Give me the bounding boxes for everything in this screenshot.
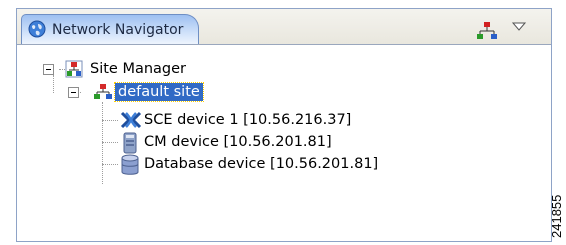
tab-title: Network Navigator: [52, 22, 184, 38]
tree-view: Site Manager default site SCE device 1 […: [17, 45, 551, 241]
tree-label-database-device: Database device [10.56.201.81]: [144, 156, 379, 172]
figure-number: 241855: [549, 194, 564, 238]
view-title-bar: Network Navigator: [17, 9, 551, 45]
tree-label-site-manager: Site Manager: [90, 61, 187, 77]
network-topology-icon[interactable]: [477, 21, 497, 41]
sce-device-icon: [120, 111, 142, 129]
tree-label-sce-device: SCE device 1 [10.56.216.37]: [144, 112, 352, 128]
tree-label-default-site: default site: [114, 82, 204, 102]
database-icon: [121, 154, 139, 175]
globe-icon: [28, 20, 46, 38]
collapse-toggle-default-site[interactable]: [68, 87, 79, 98]
site-manager-icon: [65, 60, 83, 78]
view-menu-chevron-icon[interactable]: [512, 21, 526, 33]
tree-label-cm-device: CM device [10.56.201.81]: [144, 134, 332, 150]
site-icon: [94, 84, 112, 99]
network-navigator-panel: Network Navigator Site Manager default s…: [16, 8, 552, 242]
cm-device-icon: [123, 132, 137, 154]
collapse-toggle-site-manager[interactable]: [43, 64, 54, 75]
network-navigator-tab[interactable]: Network Navigator: [21, 14, 199, 44]
